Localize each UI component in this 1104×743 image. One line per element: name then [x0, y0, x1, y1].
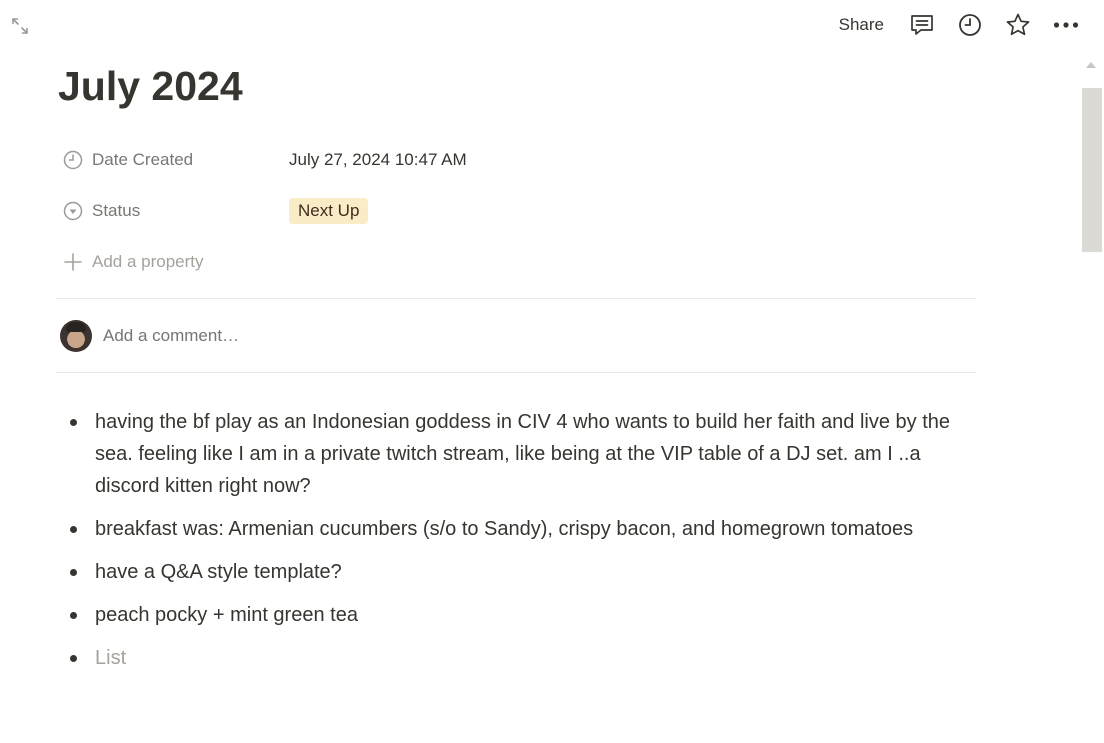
- bullet-dot-icon: [70, 419, 77, 426]
- top-bar: Share: [0, 0, 1104, 50]
- list-item-placeholder: List: [95, 647, 127, 669]
- list-item-text: peach pocky + mint green tea: [95, 604, 358, 626]
- property-label[interactable]: Status: [56, 200, 289, 222]
- list-item[interactable]: having the bf play as an Indonesian godd…: [56, 406, 976, 502]
- list-item[interactable]: peach pocky + mint green tea: [56, 599, 976, 631]
- add-property-button[interactable]: Add a property: [56, 236, 976, 287]
- clock-icon: [62, 149, 84, 171]
- property-value: July 27, 2024 10:47 AM: [289, 149, 467, 169]
- list-item-text: have a Q&A style template?: [95, 561, 342, 583]
- scroll-thumb[interactable]: [1082, 88, 1102, 252]
- add-property-label: Add a property: [92, 251, 204, 271]
- bullet-dot-icon: [70, 612, 77, 619]
- bullet-list: having the bf play as an Indonesian godd…: [56, 406, 976, 674]
- bullet-dot-icon: [70, 655, 77, 662]
- page-content: July 2024 Date Created July 27, 2024 10:…: [56, 56, 976, 685]
- comment-row: [56, 299, 976, 372]
- list-item-text: breakfast was: Armenian cucumbers (s/o t…: [95, 518, 914, 540]
- top-actions: Share: [831, 8, 1086, 42]
- status-icon: [62, 200, 84, 222]
- more-icon[interactable]: [1046, 8, 1086, 42]
- properties: Date Created July 27, 2024 10:47 AM Stat…: [56, 134, 976, 287]
- scrollbar[interactable]: [1082, 58, 1102, 743]
- share-button[interactable]: Share: [831, 11, 892, 39]
- star-icon[interactable]: [998, 8, 1038, 42]
- list-item[interactable]: have a Q&A style template?: [56, 556, 976, 588]
- list-item-empty[interactable]: List: [56, 642, 976, 674]
- property-label[interactable]: Date Created: [56, 149, 289, 171]
- property-label-text: Status: [92, 200, 141, 220]
- bullet-dot-icon: [70, 526, 77, 533]
- avatar: [60, 319, 92, 352]
- list-item-text: having the bf play as an Indonesian godd…: [95, 411, 950, 497]
- comment-input[interactable]: [103, 325, 503, 346]
- expand-icon[interactable]: [8, 14, 32, 38]
- property-label-text: Date Created: [92, 149, 194, 169]
- plus-icon: [62, 251, 84, 273]
- clock-icon[interactable]: [950, 8, 990, 42]
- property-value[interactable]: Next Up: [289, 197, 369, 224]
- bullet-dot-icon: [70, 569, 77, 576]
- scroll-up-arrow-icon[interactable]: [1086, 62, 1096, 68]
- property-date-created[interactable]: Date Created July 27, 2024 10:47 AM: [56, 134, 976, 185]
- divider: [56, 372, 976, 373]
- comment-icon[interactable]: [902, 8, 942, 42]
- list-item[interactable]: breakfast was: Armenian cucumbers (s/o t…: [56, 513, 976, 545]
- property-status[interactable]: Status Next Up: [56, 185, 976, 236]
- page-title[interactable]: July 2024: [56, 56, 976, 116]
- status-badge[interactable]: Next Up: [289, 197, 369, 224]
